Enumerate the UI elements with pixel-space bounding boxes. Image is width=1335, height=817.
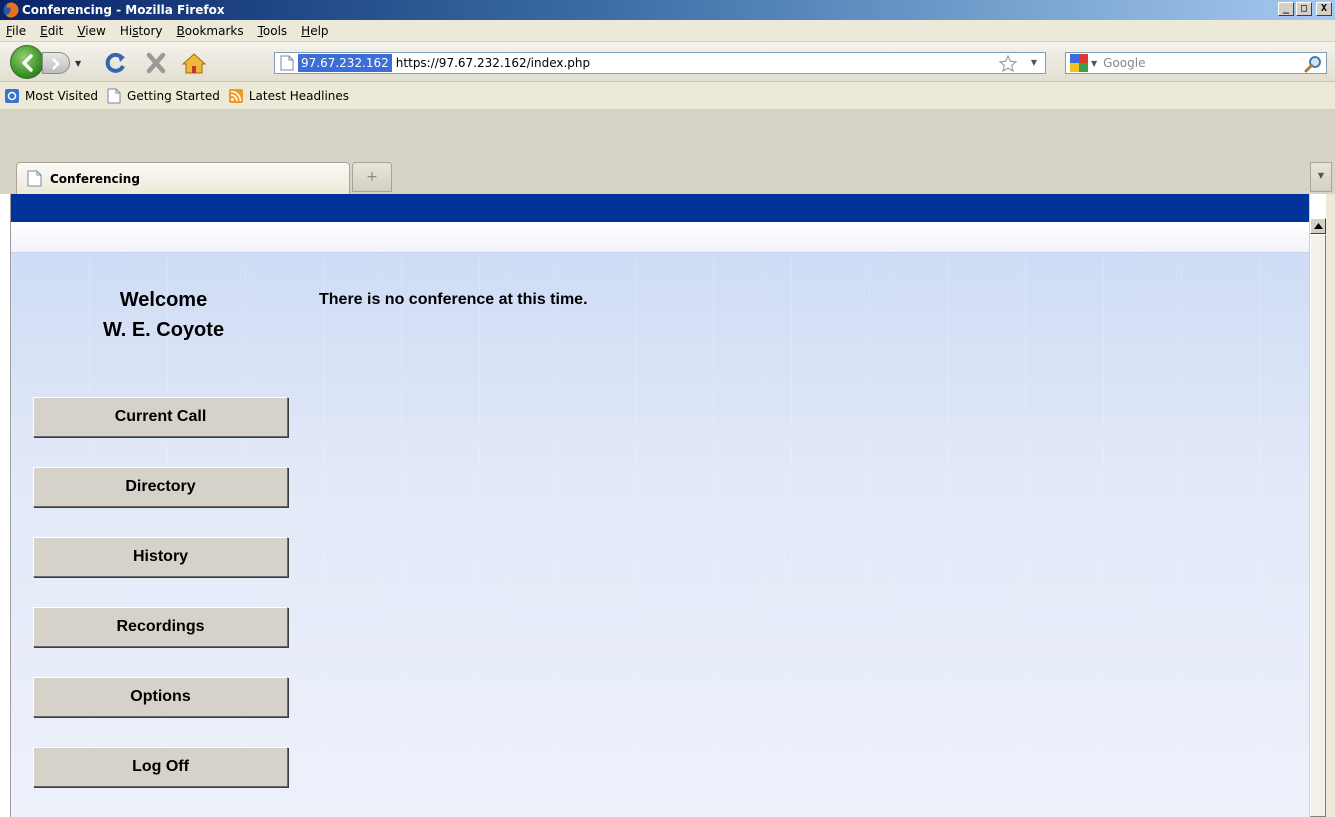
bookmark-star-icon[interactable] (999, 55, 1017, 72)
menu-history[interactable]: History (120, 24, 163, 38)
url-text[interactable]: https://97.67.232.162/index.php (396, 56, 590, 70)
log-off-button[interactable]: Log Off (33, 747, 288, 787)
most-visited-icon (5, 88, 19, 103)
reload-icon[interactable] (104, 52, 128, 74)
user-name: W. E. Coyote (102, 319, 225, 341)
navigation-toolbar: ▼ 97.67.232.162 https://97.67.232.162/in… (0, 42, 1335, 82)
window-titlebar[interactable]: Conferencing - Mozilla Firefox _ □ X (0, 0, 1335, 20)
history-dropdown-icon[interactable]: ▼ (75, 59, 81, 68)
window-controls: _ □ X (1278, 2, 1332, 16)
firefox-icon (3, 2, 19, 18)
page-icon (107, 88, 121, 103)
conference-status-message: There is no conference at this time. (319, 291, 588, 308)
menu-view[interactable]: View (77, 24, 105, 38)
forward-arrow-icon (52, 58, 60, 70)
welcome-label: Welcome (119, 289, 208, 311)
bookmark-most-visited[interactable]: Most Visited (4, 88, 98, 104)
menu-tools[interactable]: Tools (258, 24, 288, 38)
tab-conferencing[interactable]: Conferencing (16, 162, 350, 194)
options-button[interactable]: Options (33, 677, 288, 717)
bookmark-getting-started[interactable]: Getting Started (106, 88, 220, 104)
current-call-button[interactable]: Current Call (33, 397, 288, 437)
bookmarks-toolbar: Most Visited Getting Started Latest Head… (0, 82, 1335, 110)
stop-icon[interactable] (144, 52, 168, 74)
menu-edit[interactable]: Edit (40, 24, 63, 38)
scrollbar-thumb[interactable] (1310, 234, 1326, 817)
close-button[interactable]: X (1316, 2, 1332, 16)
bookmark-label: Most Visited (25, 88, 99, 103)
search-icon[interactable] (1304, 55, 1322, 73)
google-icon[interactable] (1070, 54, 1088, 72)
page-icon (27, 170, 42, 187)
bookmark-latest-headlines[interactable]: Latest Headlines (228, 88, 349, 104)
window-title: Conferencing - Mozilla Firefox (22, 3, 225, 17)
site-identity-label[interactable]: 97.67.232.162 (298, 54, 392, 72)
page-body: Welcome W. E. Coyote There is no confere… (11, 253, 1309, 817)
minimize-button[interactable]: _ (1278, 2, 1294, 16)
directory-button[interactable]: Directory (33, 467, 288, 507)
welcome-message: Welcome W. E. Coyote (36, 285, 291, 345)
url-dropdown-icon[interactable]: ▼ (1031, 58, 1037, 67)
menu-bar: File Edit View History Bookmarks Tools H… (0, 20, 1335, 42)
rss-icon (228, 88, 243, 103)
page-viewport: Welcome W. E. Coyote There is no confere… (10, 194, 1309, 817)
bookmark-label: Getting Started (127, 88, 220, 103)
maximize-button[interactable]: □ (1296, 2, 1312, 16)
scroll-up-button[interactable] (1310, 218, 1326, 234)
menu-help[interactable]: Help (301, 24, 328, 38)
new-tab-button[interactable]: + (352, 162, 392, 192)
url-bar[interactable]: 97.67.232.162 https://97.67.232.162/inde… (274, 52, 1046, 74)
search-bar[interactable]: ▼ Google (1065, 52, 1327, 74)
window-frame-right (1326, 194, 1335, 817)
bookmark-label: Latest Headlines (248, 88, 350, 103)
page-header-bar (11, 194, 1309, 222)
home-icon[interactable] (182, 52, 206, 74)
vertical-scrollbar[interactable] (1309, 194, 1326, 817)
menu-bookmarks[interactable]: Bookmarks (177, 24, 244, 38)
history-button[interactable]: History (33, 537, 288, 577)
scroll-up-arrow-icon (1314, 223, 1323, 229)
search-input[interactable]: Google (1103, 56, 1145, 70)
tab-bar: Conferencing + ▼ (0, 110, 1335, 194)
search-engine-dropdown-icon[interactable]: ▼ (1091, 59, 1097, 68)
tab-label: Conferencing (50, 171, 140, 186)
back-arrow-icon (22, 54, 33, 72)
recordings-button[interactable]: Recordings (33, 607, 288, 647)
menu-file[interactable]: File (6, 24, 26, 38)
back-button[interactable] (10, 45, 44, 79)
forward-button[interactable] (42, 52, 70, 74)
tab-list-dropdown-icon[interactable]: ▼ (1310, 162, 1332, 192)
page-icon (280, 55, 294, 71)
page-subheader-bar (11, 222, 1309, 253)
